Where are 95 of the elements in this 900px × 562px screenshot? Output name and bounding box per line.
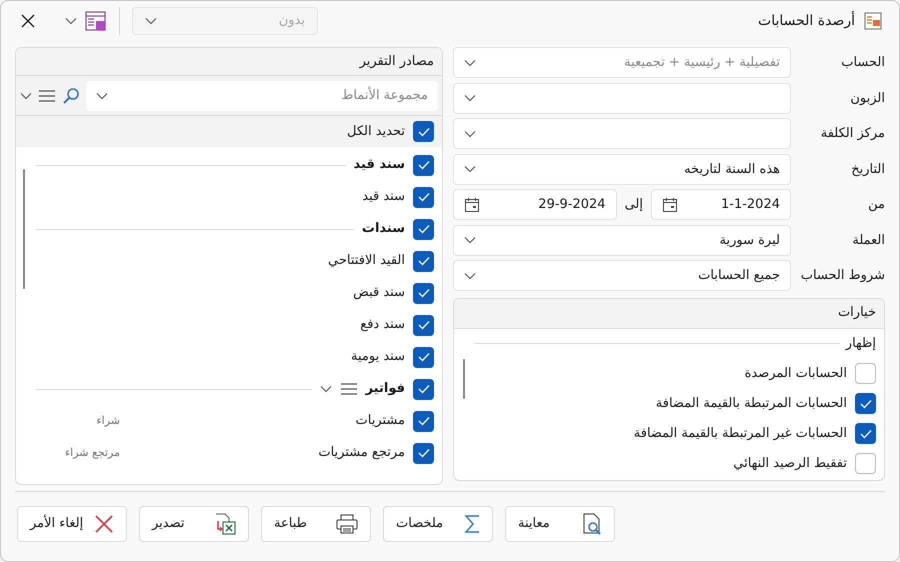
- action-button[interactable]: ملخصات: [383, 506, 493, 542]
- window-title: أرصدة الحسابات: [758, 10, 855, 30]
- source-label: سند دفع: [360, 316, 405, 334]
- checkmark-icon: [418, 448, 430, 458]
- checkbox[interactable]: [413, 314, 434, 336]
- checkmark-icon: [860, 428, 872, 439]
- field-label: من: [867, 196, 885, 214]
- chevron-down-icon: [145, 17, 157, 25]
- note-text: مرتجع شراء: [64, 444, 120, 461]
- document-search-icon: [582, 513, 602, 535]
- checkbox-label: الحسابات المرتبطة بالقيمة المضافة: [656, 394, 847, 413]
- source-label: القيد الافتتاحي: [328, 252, 405, 270]
- chevron-down-icon: [96, 92, 108, 100]
- source-label: مشتريات: [356, 412, 405, 430]
- dropdown-field[interactable]: [453, 82, 791, 114]
- menu-icon[interactable]: [340, 382, 358, 396]
- chevron-down-icon: [65, 17, 77, 25]
- panel-title: خيارات: [838, 304, 876, 322]
- checkmark-icon: [418, 416, 430, 426]
- calendar-icon[interactable]: [662, 196, 678, 213]
- source-label: سند قبض: [353, 284, 405, 302]
- select-all-label: تحديد الكل: [346, 122, 405, 141]
- chevron-down-icon: [464, 165, 476, 174]
- group-heading: فواتير: [366, 380, 405, 398]
- excel-export-icon: [214, 513, 236, 535]
- action-button[interactable]: إلغاء الأمر: [17, 506, 127, 542]
- checkbox-label: الحسابات المرصدة: [744, 364, 847, 383]
- action-button[interactable]: معاينة: [505, 506, 615, 542]
- menu-icon[interactable]: [38, 88, 56, 102]
- checkbox[interactable]: [413, 154, 434, 176]
- checkmark-icon: [418, 352, 430, 362]
- field-label: الحساب: [840, 54, 885, 72]
- chevron-down-icon: [20, 92, 32, 100]
- field-label: مركز الكلفة: [820, 125, 885, 144]
- checkbox[interactable]: [413, 218, 434, 240]
- panel-title: مصادر التقرير: [360, 52, 434, 71]
- chevron-down-icon: [464, 272, 476, 280]
- checkbox[interactable]: [855, 453, 876, 474]
- checkbox[interactable]: [413, 282, 434, 304]
- calendar-icon[interactable]: [464, 196, 480, 213]
- source-label: سند قيد: [362, 188, 405, 206]
- checkbox[interactable]: [413, 186, 434, 208]
- checkbox[interactable]: [413, 250, 434, 272]
- chevron-down-icon: [464, 58, 476, 67]
- checkmark-icon: [418, 224, 430, 234]
- checkbox[interactable]: [413, 346, 434, 368]
- field-label: التاريخ: [850, 160, 885, 179]
- dropdown-field[interactable]: هذه السنة لتاريخه: [453, 154, 791, 185]
- checkmark-icon: [418, 126, 430, 136]
- sigma-icon: [464, 514, 480, 534]
- checkmark-icon: [860, 398, 872, 409]
- group-heading: إظهار: [846, 334, 876, 353]
- checkbox[interactable]: [413, 378, 434, 400]
- chevron-down-icon: [464, 94, 476, 102]
- checkbox[interactable]: [855, 363, 876, 384]
- checkmark-icon: [418, 160, 430, 170]
- dropdown-field[interactable]: [453, 118, 791, 150]
- close-icon[interactable]: [21, 14, 35, 28]
- checkbox[interactable]: [413, 442, 434, 464]
- field-label: الزبون: [849, 90, 885, 108]
- chevron-down-icon: [464, 130, 476, 138]
- checkbox-label: الحسابات غير المرتبطة بالقيمة المضافة: [634, 424, 847, 443]
- checkbox[interactable]: [855, 393, 876, 414]
- dropdown-field[interactable]: جميع الحسابات: [453, 260, 791, 292]
- date-field[interactable]: 1-1-2024: [651, 189, 791, 220]
- checkbox[interactable]: [413, 410, 434, 432]
- field-label: العملة: [851, 232, 885, 250]
- action-button[interactable]: تصدير: [139, 506, 249, 542]
- scroll-bar[interactable]: [23, 169, 25, 289]
- search-icon[interactable]: [62, 86, 80, 104]
- action-button[interactable]: طباعة: [261, 506, 371, 542]
- chevron-down-icon: [320, 385, 332, 393]
- scroll-bar[interactable]: [463, 358, 465, 399]
- layout-icon[interactable]: [85, 10, 107, 32]
- source-label: سند يومية: [351, 348, 405, 366]
- checkbox-label: تفقيط الرصيد النهائي: [733, 454, 847, 473]
- group-heading: سند قيد: [354, 156, 405, 174]
- close-icon: [94, 514, 114, 534]
- date-field[interactable]: 29-9-2024: [453, 189, 617, 220]
- source-label: مرتجع مشتريات: [318, 444, 405, 462]
- note-text: شراء: [95, 412, 120, 429]
- report-icon: [863, 11, 883, 31]
- printer-icon: [336, 514, 358, 534]
- checkmark-icon: [418, 320, 430, 330]
- field-label: إلى: [624, 196, 643, 214]
- checkmark-icon: [418, 288, 430, 298]
- field-label: شروط الحساب: [800, 267, 885, 286]
- checkmark-icon: [418, 256, 430, 266]
- checkmark-icon: [418, 192, 430, 202]
- chevron-down-icon: [464, 236, 476, 244]
- checkmark-icon: [418, 384, 430, 394]
- group-heading: سندات: [362, 220, 405, 238]
- dropdown-field[interactable]: ليرة سورية: [453, 224, 791, 256]
- checkbox[interactable]: [413, 121, 434, 142]
- checkbox[interactable]: [855, 423, 876, 444]
